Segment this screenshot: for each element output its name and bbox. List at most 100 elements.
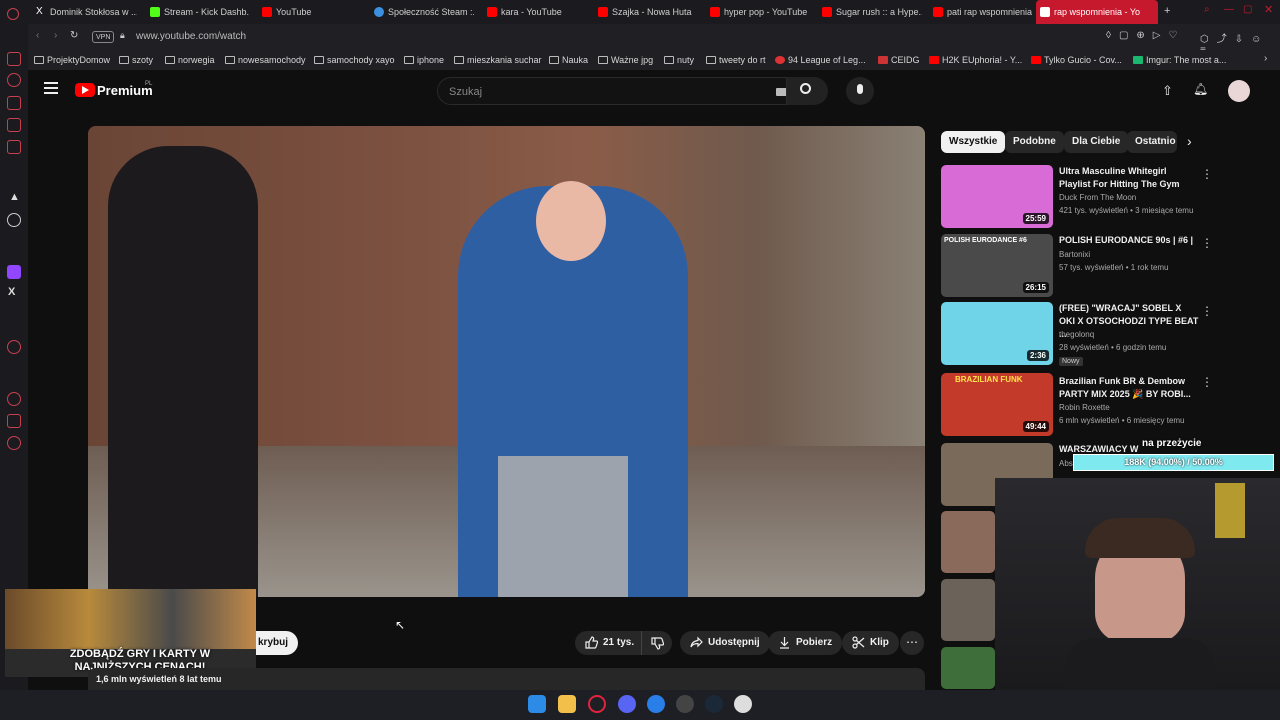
bookmark-6[interactable]: mieszkania suchar	[454, 50, 542, 70]
video-title[interactable]: Ultra Masculine Whitegirl Playlist For H…	[1059, 165, 1199, 191]
opera-logo-icon[interactable]	[7, 8, 19, 20]
sidebar-x-icon[interactable]: X	[8, 286, 15, 298]
chip-all[interactable]: Wszystkie	[941, 131, 1006, 153]
forward-icon[interactable]: ›	[54, 30, 57, 41]
more-actions-button[interactable]: ⋯	[900, 631, 924, 655]
sidebar-aria-icon[interactable]	[7, 52, 21, 66]
search-button[interactable]	[786, 77, 828, 105]
ad-overlay[interactable]: ZDOBĄDŹ GRY I KARTY W NAJNIŻSZYCH CENACH…	[5, 589, 256, 677]
maximize-button[interactable]: ▢	[1243, 4, 1252, 15]
bookmark-12[interactable]: CEIDG	[878, 50, 920, 70]
windows-start-icon[interactable]	[528, 695, 546, 713]
subscribe-button[interactable]: krybuj	[256, 631, 299, 655]
more-options-icon[interactable]: ⋮	[1201, 167, 1213, 181]
search-input[interactable]: Szukaj	[437, 77, 828, 105]
avatar[interactable]	[1228, 80, 1250, 102]
bookmark-4[interactable]: samochody xayo	[314, 50, 395, 70]
bookmark-15[interactable]: Imgur: The most a...	[1133, 50, 1226, 70]
new-tab-button[interactable]: +	[1164, 5, 1170, 17]
sidebar-add-icon[interactable]	[7, 340, 21, 354]
obs-icon[interactable]	[676, 695, 694, 713]
more-options-icon[interactable]: ⋮	[1201, 236, 1213, 250]
list-item[interactable]: 2:36 (FREE) "WRACAJ" SOBEL X OKI X OTSOC…	[941, 302, 1221, 366]
youtube-logo-icon[interactable]	[75, 83, 95, 97]
bookmark-5[interactable]: iphone	[404, 50, 444, 70]
sidebar-extensions-icon[interactable]	[7, 414, 21, 428]
menu-icon[interactable]	[44, 82, 58, 94]
file-explorer-icon[interactable]	[558, 695, 576, 713]
tab-8[interactable]: pati rap wspomnienia	[929, 0, 1033, 24]
channel-name[interactable]: Duck From The Moon	[1059, 193, 1136, 202]
opera-icon[interactable]	[588, 695, 606, 713]
sidebar-player-icon[interactable]	[7, 140, 21, 154]
address-actions[interactable]: ◊▢⊕▷♡	[1106, 30, 1185, 41]
tab-4[interactable]: kara - YouTube	[483, 0, 583, 24]
tab-5[interactable]: Szajka - Nowa Huta	[594, 0, 698, 24]
tab-7[interactable]: Sugar rush :: a Hype...	[818, 0, 922, 24]
bookmark-2[interactable]: norwegia	[165, 50, 215, 70]
messenger-icon[interactable]	[647, 695, 665, 713]
chip-for-you[interactable]: Dla Ciebie	[1064, 131, 1129, 153]
sidebar-clock-icon[interactable]	[7, 392, 21, 406]
steam-icon[interactable]	[705, 695, 723, 713]
discord-icon[interactable]	[618, 695, 636, 713]
sidebar-chatgpt-icon[interactable]	[7, 213, 21, 227]
sidebar-settings-icon[interactable]	[7, 436, 21, 450]
sidebar-twitch-icon[interactable]	[7, 265, 21, 279]
tab-9-active[interactable]: rap wspomnienia - Yo	[1036, 0, 1158, 24]
sidebar-history-icon[interactable]	[7, 73, 21, 87]
share-button[interactable]: Udostępnij	[680, 631, 770, 655]
description-box[interactable]: 1,6 mln wyświetleń 8 lat temu	[88, 668, 925, 690]
tab-2[interactable]: YouTube	[258, 0, 348, 24]
clip-button[interactable]: Klip	[842, 631, 899, 655]
minimize-button[interactable]: —	[1224, 4, 1234, 15]
bookmark-3[interactable]: nowesamochody	[225, 50, 306, 70]
upload-icon[interactable]: ⇧	[1162, 83, 1173, 99]
more-options-icon[interactable]: ⋮	[1201, 304, 1213, 318]
tab-0[interactable]: X Dominik Stokłosa w ...	[32, 0, 137, 24]
thumbnail[interactable]: BRAZILIAN FUNK 49:44	[941, 373, 1053, 436]
bookmark-8[interactable]: Ważne jpg	[598, 50, 653, 70]
thumbnail[interactable]: 2:36	[941, 302, 1053, 365]
dislike-button[interactable]	[641, 631, 672, 655]
bookmark-13[interactable]: H2K EUphoria! - Y...	[929, 50, 1022, 70]
tab-1[interactable]: Stream - Kick Dashb...	[146, 0, 249, 24]
channel-name[interactable]: Robin Roxette	[1059, 403, 1110, 412]
bookmarks-more-icon[interactable]: ›	[1264, 53, 1267, 64]
video-player[interactable]	[88, 126, 925, 597]
video-title[interactable]: POLISH EURODANCE 90s | #6 |	[1059, 234, 1199, 247]
channel-name[interactable]: thegolonq	[1059, 330, 1094, 339]
bookmark-10[interactable]: tweety do rt	[706, 50, 766, 70]
more-options-icon[interactable]: ⋮	[1201, 375, 1213, 389]
list-item[interactable]: 25:59 Ultra Masculine Whitegirl Playlist…	[941, 165, 1221, 229]
thumbnail[interactable]	[941, 647, 995, 689]
search-tabs-icon[interactable]: ⌕	[1204, 4, 1210, 15]
thumbnail[interactable]: POLISH EURODANCE #6 26:15	[941, 234, 1053, 297]
notifications-icon[interactable]: 🔔︎	[1193, 82, 1208, 96]
reload-icon[interactable]: ↻	[70, 30, 78, 41]
thumbnail[interactable]	[941, 579, 995, 641]
chips-next-icon[interactable]: ›	[1187, 133, 1192, 149]
bookmark-0[interactable]: ProjektyDomow	[34, 50, 110, 70]
chip-recent[interactable]: Ostatnio	[1127, 131, 1177, 153]
tab-6[interactable]: hyper pop - YouTube	[706, 0, 810, 24]
video-title[interactable]: Brazilian Funk BR & Dembow PARTY MIX 202…	[1059, 375, 1199, 401]
chip-related[interactable]: Podobne	[1005, 131, 1064, 153]
sidebar-bag-icon[interactable]	[7, 96, 21, 110]
close-button[interactable]: ✕	[1264, 3, 1273, 16]
sidebar-ai-icon[interactable]: ▲	[9, 191, 20, 203]
tab-3[interactable]: Społeczność Steam :...	[370, 0, 474, 24]
url-field[interactable]: www.youtube.com/watch	[136, 31, 246, 42]
bookmark-14[interactable]: Tylko Gucio - Cov...	[1031, 50, 1122, 70]
bookmark-9[interactable]: nuty	[664, 50, 694, 70]
bookmark-11[interactable]: 94 League of Leg...	[775, 50, 866, 70]
channel-name[interactable]: Bartonixi	[1059, 250, 1090, 259]
app-icon[interactable]	[734, 695, 752, 713]
vpn-badge[interactable]: VPN	[92, 31, 115, 43]
bookmark-1[interactable]: szoty	[119, 50, 153, 70]
voice-search-button[interactable]	[846, 77, 874, 105]
like-button[interactable]: 21 tys.	[575, 631, 641, 655]
download-button[interactable]: Pobierz	[768, 631, 843, 655]
list-item[interactable]: POLISH EURODANCE #6 26:15 POLISH EURODANC…	[941, 234, 1221, 298]
thumbnail[interactable]	[941, 511, 995, 573]
